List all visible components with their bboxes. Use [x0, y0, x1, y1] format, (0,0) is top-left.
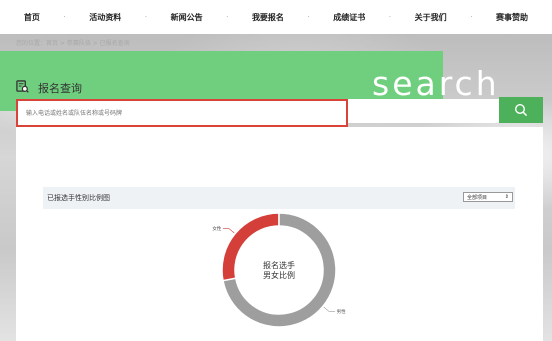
breadcrumb: 您的位置：首页 > 参赛队伍 > 已报名查询 [16, 40, 130, 47]
donut-slice-label: 男性 [337, 308, 346, 315]
chart-panel-header: 已报选手性别比例图 [43, 187, 515, 209]
project-select-value: 全部项目 [467, 194, 488, 201]
nav-separator: · [389, 13, 391, 21]
nav-item-materials[interactable]: 活动资料 [89, 12, 121, 23]
search-document-icon [16, 80, 29, 93]
nav-item-certificates[interactable]: 成绩证书 [333, 12, 365, 23]
donut-center-label: 报名选手 [263, 260, 295, 270]
search-icon [514, 103, 528, 117]
nav-separator: · [63, 13, 66, 21]
nav-separator: · [307, 13, 310, 21]
chart-panel-title: 已报选手性别比例图 [47, 194, 110, 202]
nav-item-sponsorship[interactable]: 赛事赞助 [496, 12, 528, 23]
donut-leader-line [323, 306, 336, 312]
search-button[interactable] [499, 97, 543, 123]
page-title: 报名查询 [38, 82, 82, 95]
nav-separator: · [144, 13, 147, 21]
search-input[interactable] [16, 99, 348, 127]
banner-search-word: search [372, 64, 500, 103]
nav-item-about[interactable]: 关于我们 [415, 12, 447, 23]
nav-separator: · [470, 13, 473, 21]
nav-item-news[interactable]: 新闻公告 [171, 12, 203, 23]
nav-separator: · [226, 13, 229, 21]
donut-slice-label: 女性 [212, 225, 221, 232]
select-arrows-icon: ⇕ [504, 194, 509, 200]
top-nav: 首页 · 活动资料 · 新闻公告 · 我要报名 · 成绩证书 · 关于我们 · … [0, 0, 552, 34]
project-select[interactable]: 全部项目 ⇕ [463, 192, 513, 202]
donut-center-label: 男女比例 [263, 270, 295, 280]
nav-item-home[interactable]: 首页 [24, 12, 40, 23]
gender-ratio-donut-chart: 女性男性 报名选手男女比例 [212, 212, 346, 328]
nav-item-register[interactable]: 我要报名 [252, 12, 284, 23]
donut-leader-line [222, 228, 235, 234]
search-bar-background [348, 99, 499, 123]
